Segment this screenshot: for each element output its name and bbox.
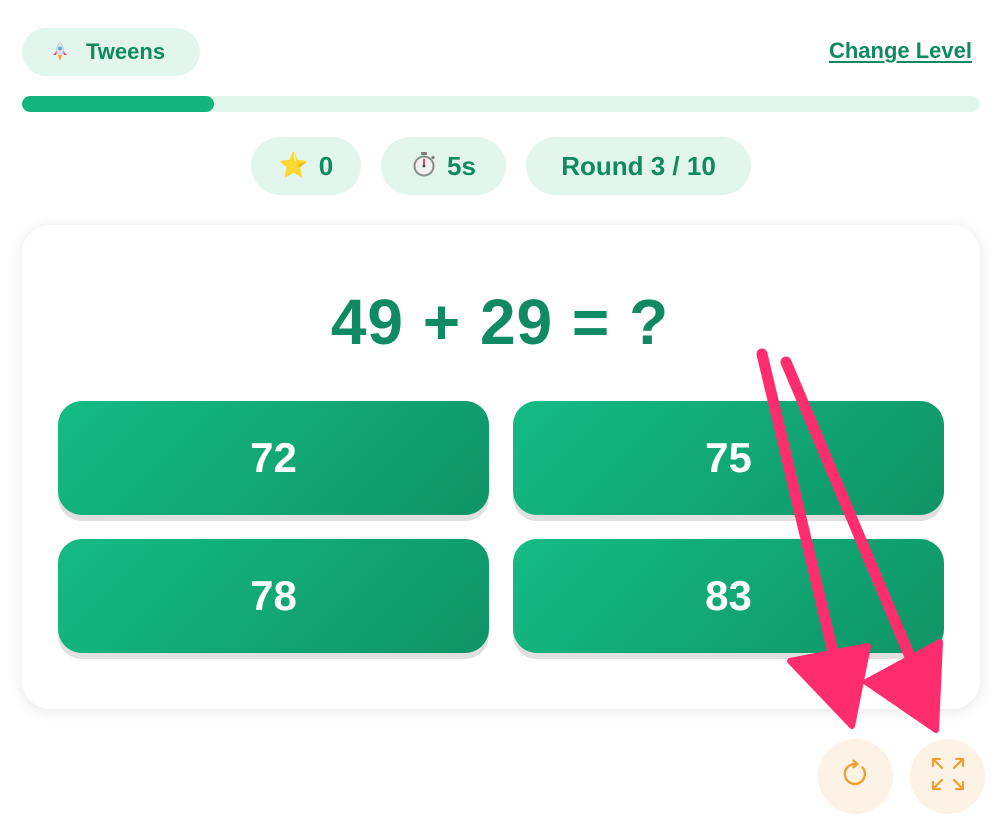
score-value: 0: [318, 150, 334, 181]
timer-value: 5s: [447, 150, 476, 181]
progress-fill: [22, 96, 214, 112]
level-badge: Tweens: [22, 28, 200, 76]
score-badge: ⭐ 0: [251, 137, 361, 195]
level-label: Tweens: [86, 39, 166, 64]
answer-button-2[interactable]: 75: [513, 401, 944, 515]
fullscreen-button[interactable]: [910, 739, 985, 814]
answer-button-4[interactable]: 83: [513, 539, 944, 653]
timer-badge: 5s: [381, 137, 506, 195]
star-icon: ⭐: [278, 152, 309, 179]
restart-button[interactable]: [818, 739, 893, 814]
round-label: Round 3 / 10: [561, 150, 716, 181]
round-badge: Round 3 / 10: [526, 137, 751, 195]
rocket-icon: [48, 40, 72, 64]
answer-button-3[interactable]: 78: [58, 539, 489, 653]
fullscreen-icon: [928, 754, 968, 799]
change-level-link[interactable]: Change Level: [829, 38, 972, 64]
restart-icon: [840, 758, 872, 795]
question-text: 49 + 29 = ?: [330, 286, 670, 358]
stopwatch-icon: [411, 151, 437, 182]
answer-button-1[interactable]: 72: [58, 401, 489, 515]
progress-bar: [22, 96, 980, 112]
